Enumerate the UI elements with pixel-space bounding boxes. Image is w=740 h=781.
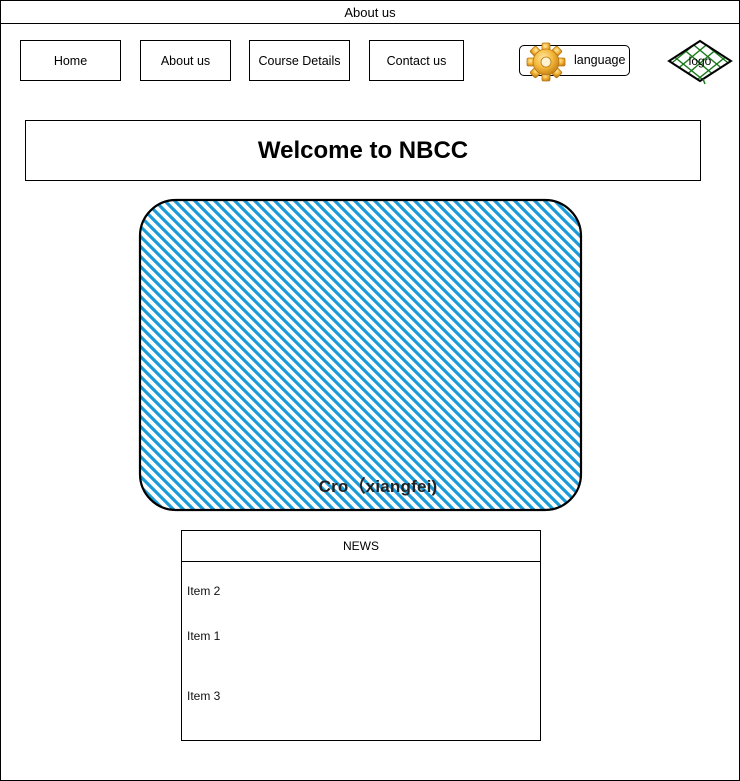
news-item[interactable]: Item 1 [187, 629, 220, 643]
gear-icon [526, 42, 566, 82]
nav-home-button[interactable]: Home [20, 40, 121, 81]
hero-image: Cro（xiangfei) [138, 192, 590, 514]
news-panel: NEWS Item 2 Item 1 Item 3 [181, 530, 541, 741]
news-item[interactable]: Item 3 [187, 689, 220, 703]
welcome-heading: Welcome to NBCC [25, 120, 701, 181]
window-title: About us [0, 0, 740, 24]
nav-contact-button[interactable]: Contact us [369, 40, 464, 81]
nav-course-details-button[interactable]: Course Details [249, 40, 350, 81]
logo[interactable]: logo [667, 39, 733, 85]
hero-caption: Cro（xiangfei) [318, 477, 438, 496]
news-title: NEWS [182, 531, 540, 562]
news-item[interactable]: Item 2 [187, 584, 220, 598]
language-button[interactable]: language [519, 42, 630, 82]
nav-about-button[interactable]: About us [140, 40, 231, 81]
hero-hatched-panel [138, 198, 583, 512]
logo-label: logo [688, 54, 712, 68]
language-label: language [574, 53, 626, 67]
